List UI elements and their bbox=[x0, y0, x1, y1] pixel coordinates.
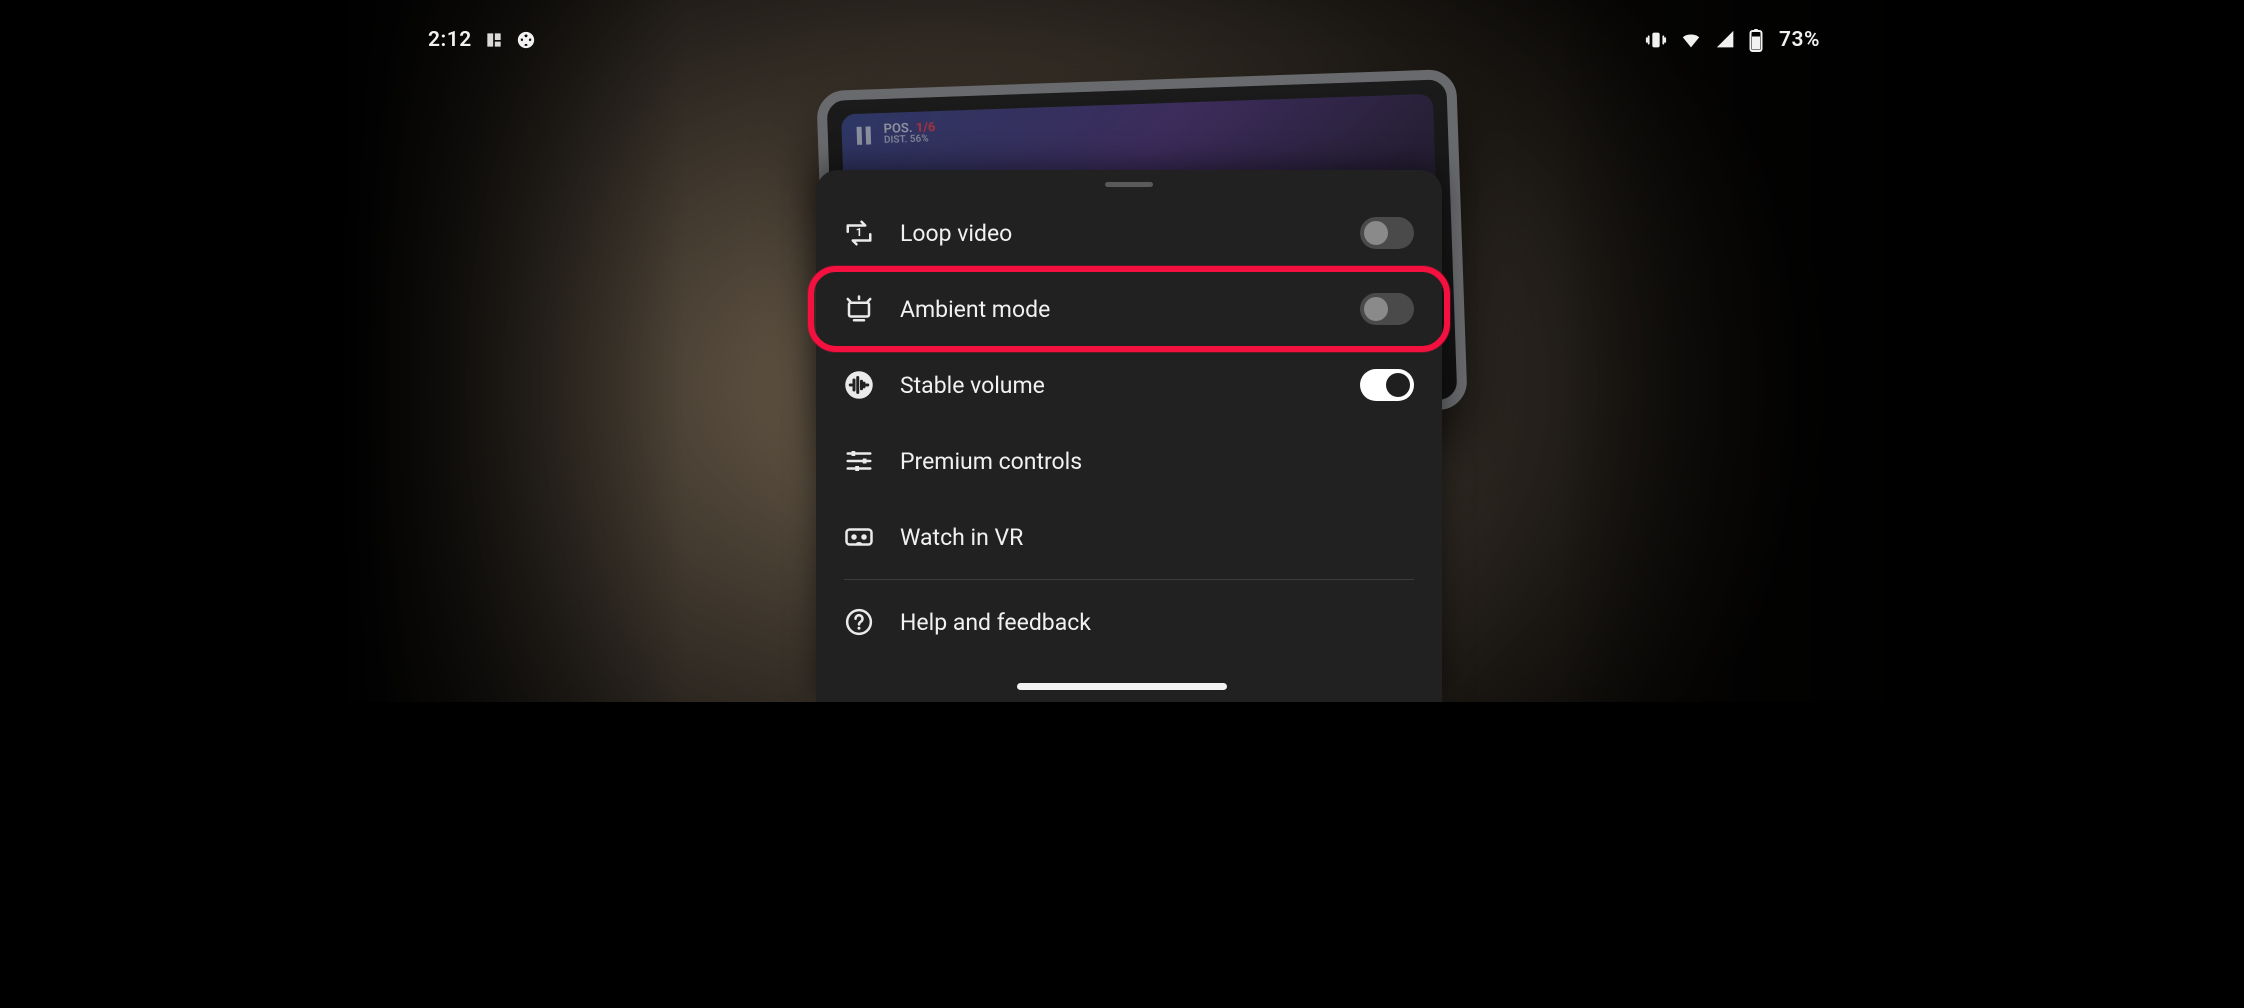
status-battery-icon bbox=[1749, 28, 1763, 52]
menu-item-loop-video[interactable]: Loop video bbox=[816, 195, 1442, 271]
menu-item-label: Watch in VR bbox=[900, 524, 1414, 551]
screen-root: POS. 1/6 DIST. 56% 2:12 bbox=[342, 0, 1902, 702]
menu-item-watch-in-vr[interactable]: Watch in VR bbox=[816, 499, 1442, 575]
menu-item-help-feedback[interactable]: Help and feedback bbox=[816, 584, 1442, 660]
sliders-icon bbox=[844, 446, 900, 476]
settings-menu: Loop video Ambient mode Stable volume Premi… bbox=[816, 193, 1442, 660]
bg-pause-icon bbox=[853, 125, 874, 146]
status-wifi-icon bbox=[1679, 29, 1703, 51]
toggle-loop-video[interactable] bbox=[1360, 217, 1414, 249]
bg-video-hud: POS. 1/6 DIST. 56% bbox=[853, 121, 936, 147]
sheet-drag-handle[interactable] bbox=[1105, 182, 1153, 187]
settings-bottom-sheet[interactable]: Loop video Ambient mode Stable volume Premi… bbox=[816, 170, 1442, 702]
nav-home-handle[interactable] bbox=[1017, 683, 1227, 690]
vr-icon bbox=[844, 522, 900, 552]
status-clock: 2:12 bbox=[428, 28, 472, 52]
menu-item-label: Ambient mode bbox=[900, 296, 1360, 323]
menu-divider bbox=[844, 579, 1414, 580]
status-soccer-icon bbox=[516, 30, 536, 50]
menu-item-label: Stable volume bbox=[900, 372, 1360, 399]
menu-item-premium-controls[interactable]: Premium controls bbox=[816, 423, 1442, 499]
status-bar: 2:12 bbox=[428, 28, 1820, 52]
toggle-ambient-mode[interactable] bbox=[1360, 293, 1414, 325]
status-app1-icon bbox=[484, 30, 504, 50]
ambient-icon bbox=[844, 294, 900, 324]
loop-icon bbox=[844, 218, 900, 248]
status-battery-pct: 73% bbox=[1779, 28, 1820, 52]
help-icon bbox=[844, 607, 900, 637]
menu-item-stable-volume[interactable]: Stable volume bbox=[816, 347, 1442, 423]
status-signal-icon bbox=[1715, 29, 1737, 51]
menu-item-label: Loop video bbox=[900, 220, 1360, 247]
menu-item-ambient-mode[interactable]: Ambient mode bbox=[816, 271, 1442, 347]
menu-item-label: Premium controls bbox=[900, 448, 1414, 475]
volume-icon bbox=[844, 370, 900, 400]
toggle-stable-volume[interactable] bbox=[1360, 369, 1414, 401]
menu-item-label: Help and feedback bbox=[900, 609, 1414, 636]
status-vibrate-icon bbox=[1645, 29, 1667, 51]
